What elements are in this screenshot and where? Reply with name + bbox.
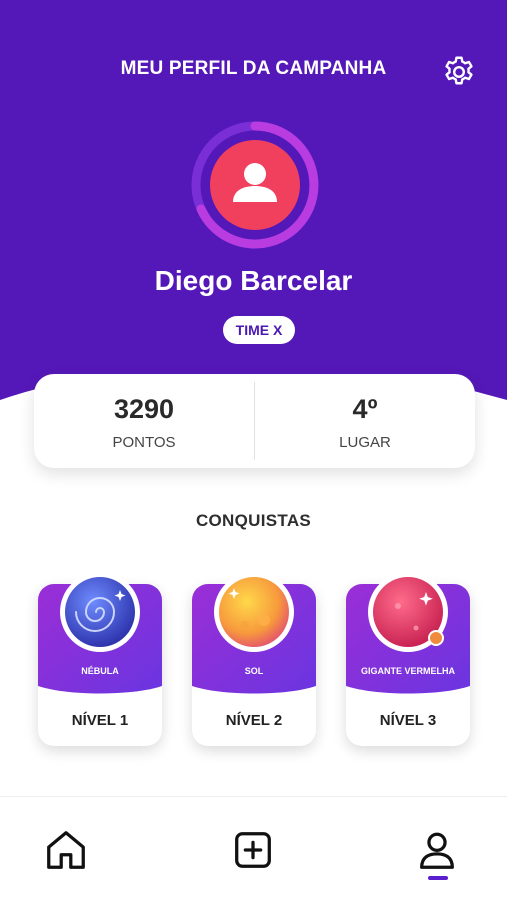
gear-icon[interactable] <box>441 54 477 90</box>
achievement-card-sun[interactable]: SOL NÍVEL 2 <box>192 572 316 746</box>
rank-label: LUGAR <box>339 434 391 451</box>
achievements-title: CONQUISTAS <box>195 511 312 530</box>
achievement-level: NÍVEL 2 <box>225 712 283 729</box>
achievement-name: GIGANTE VERMELHA <box>360 666 455 676</box>
rank-stat: 4º LUGAR <box>255 374 475 468</box>
achievement-level: NÍVEL 1 <box>71 712 129 729</box>
bottom-nav <box>0 796 507 901</box>
achievement-name: SOL <box>244 666 264 676</box>
add-icon[interactable] <box>230 827 276 873</box>
achievement-name: NÉBULA <box>81 666 119 676</box>
team-badge: TIME X <box>223 316 295 344</box>
nebula-icon <box>60 572 140 652</box>
achievement-level: NÍVEL 3 <box>379 712 437 729</box>
points-value: 3290 <box>113 394 175 424</box>
avatar[interactable] <box>188 118 322 252</box>
page-title: MEU PERFIL DA CAMPANHA <box>120 58 387 79</box>
points-stat: 3290 PONTOS <box>34 374 254 468</box>
stats-card: 3290 PONTOS 4º LUGAR <box>34 374 475 468</box>
red-giant-icon <box>368 572 448 652</box>
achievement-card-red-giant[interactable]: GIGANTE VERMELHA NÍVEL 3 <box>346 572 470 746</box>
active-tab-indicator <box>428 876 448 880</box>
profile-icon[interactable] <box>414 827 460 873</box>
sun-icon <box>214 572 294 652</box>
achievement-card-nebula[interactable]: NÉBULA NÍVEL 1 <box>38 572 162 746</box>
home-icon[interactable] <box>43 827 89 873</box>
profile-name: Diego Barcelar <box>154 265 353 296</box>
points-label: PONTOS <box>112 434 176 451</box>
rank-value: 4º <box>352 394 378 424</box>
